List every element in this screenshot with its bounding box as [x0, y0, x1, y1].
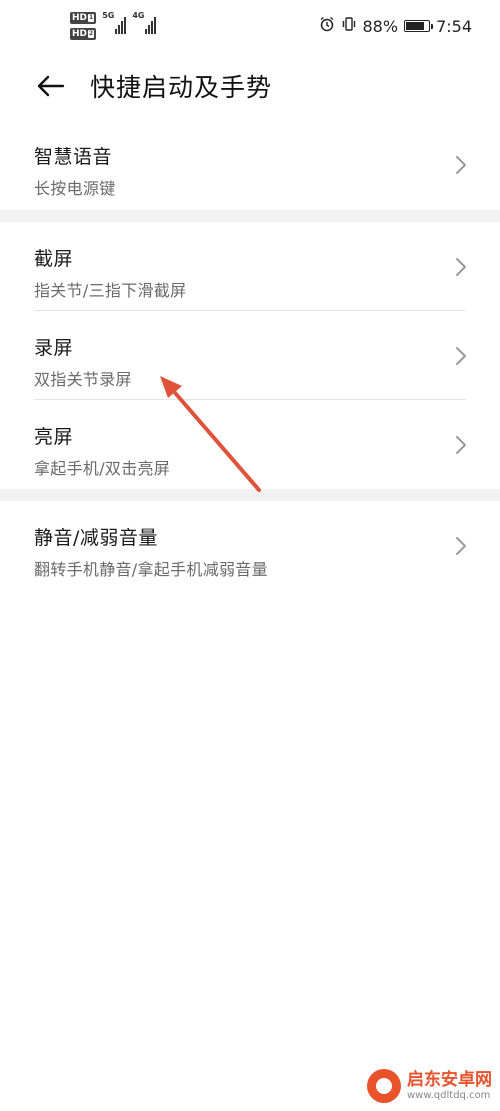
item-title: 截屏 — [34, 248, 74, 270]
alarm-icon — [319, 16, 335, 36]
sim1-hd-badge: HD 1 — [70, 12, 97, 24]
section-divider — [0, 489, 500, 501]
item-subtitle: 长按电源键 — [34, 179, 116, 198]
section-divider — [0, 210, 500, 222]
net1-label: 5G — [102, 11, 115, 20]
item-subtitle: 翻转手机静音/拿起手机减弱音量 — [34, 560, 268, 579]
watermark-logo-icon — [367, 1069, 401, 1103]
item-subtitle: 双指关节录屏 — [34, 370, 132, 389]
settings-item-screenshot[interactable]: 截屏 指关节/三指下滑截屏 — [0, 222, 500, 311]
status-bar: HD 1 HD 2 5G 4G 88% 7:54 — [0, 0, 500, 56]
system-indicators: 88% 7:54 — [319, 16, 472, 36]
back-arrow-icon — [37, 75, 65, 97]
settings-group-screen: 截屏 指关节/三指下滑截屏 录屏 双指关节录屏 亮屏 拿起手机/双击亮屏 — [0, 222, 500, 489]
settings-item-screen-record[interactable]: 录屏 双指关节录屏 — [0, 311, 500, 400]
watermark-name: 启东安卓网 — [407, 1070, 492, 1091]
settings-group-voice: 智慧语音 长按电源键 — [0, 120, 500, 209]
page-title: 快捷启动及手势 — [90, 73, 273, 102]
settings-item-wake-screen[interactable]: 亮屏 拿起手机/双击亮屏 — [0, 400, 500, 489]
settings-item-mute[interactable]: 静音/减弱音量 翻转手机静音/拿起手机减弱音量 — [0, 501, 500, 590]
back-button[interactable] — [30, 66, 70, 106]
site-watermark: 启东安卓网 www.qdltdq.com — [367, 1069, 492, 1103]
signal-sim2-icon: 4G — [132, 11, 157, 34]
clock: 7:54 — [436, 16, 472, 36]
item-title: 静音/减弱音量 — [34, 527, 158, 549]
chevron-right-icon — [456, 537, 466, 555]
battery-percent: 88% — [362, 16, 399, 36]
vibrate-icon — [341, 16, 357, 36]
item-title: 亮屏 — [34, 426, 74, 448]
app-header: 快捷启动及手势 — [0, 56, 500, 114]
item-subtitle: 指关节/三指下滑截屏 — [34, 281, 187, 300]
signal-sim1-icon: 5G — [102, 11, 127, 34]
settings-group-volume: 静音/减弱音量 翻转手机静音/拿起手机减弱音量 — [0, 501, 500, 590]
battery-icon — [404, 20, 434, 32]
watermark-url: www.qdltdq.com — [407, 1089, 491, 1101]
item-title: 录屏 — [34, 337, 74, 359]
network-indicators: HD 1 HD 2 5G 4G — [70, 11, 157, 40]
chevron-right-icon — [456, 436, 466, 454]
chevron-right-icon — [456, 258, 466, 276]
chevron-right-icon — [456, 156, 466, 174]
settings-item-smart-voice[interactable]: 智慧语音 长按电源键 — [0, 120, 500, 209]
net2-label: 4G — [132, 11, 145, 20]
item-title: 智慧语音 — [34, 146, 113, 168]
item-subtitle: 拿起手机/双击亮屏 — [34, 459, 171, 478]
sim2-hd-badge: HD 2 — [70, 28, 97, 40]
chevron-right-icon — [456, 347, 466, 365]
